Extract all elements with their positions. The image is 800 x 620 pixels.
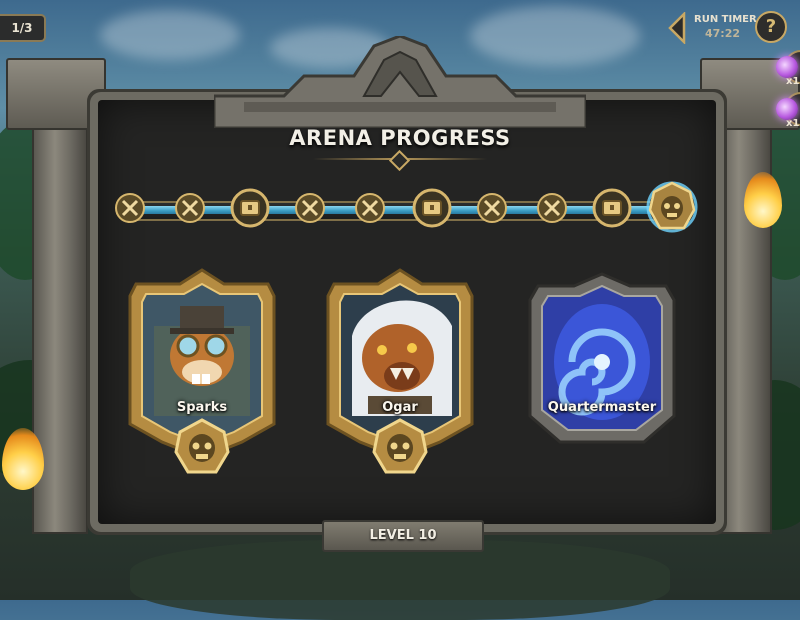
crossed-swords-icon bbox=[115, 193, 145, 223]
progress-fill bbox=[126, 206, 664, 214]
hero-card-ogar[interactable]: Ogar bbox=[322, 266, 478, 474]
purple-orb-icon bbox=[776, 98, 798, 120]
gold-skull-emblem-icon bbox=[174, 418, 230, 474]
gold-skull-emblem-icon bbox=[372, 418, 428, 474]
crossed-swords-icon bbox=[295, 193, 325, 223]
crossed-swords-icon bbox=[355, 193, 385, 223]
level-indicator: LEVEL 10 bbox=[322, 520, 484, 552]
side-item-count-1: x1 bbox=[786, 76, 800, 87]
crossed-swords-icon bbox=[175, 193, 205, 223]
crossed-swords-icon bbox=[537, 193, 567, 223]
chest-icon bbox=[592, 188, 632, 228]
card-name-ogar: Ogar bbox=[382, 400, 418, 415]
purple-orb-icon bbox=[776, 56, 798, 78]
page-indicator[interactable]: 1/3 bbox=[0, 14, 46, 42]
frame-crest bbox=[214, 36, 586, 128]
left-pillar-cap bbox=[6, 58, 106, 130]
run-timer-label: RUN TIMER bbox=[694, 14, 757, 25]
hero-card-sparks[interactable]: Sparks bbox=[124, 266, 280, 474]
chest-icon bbox=[230, 188, 270, 228]
chest-icon bbox=[412, 188, 452, 228]
boss-skull-icon bbox=[646, 181, 698, 233]
crossed-swords-icon bbox=[477, 193, 507, 223]
back-arrow-icon[interactable] bbox=[666, 12, 688, 44]
quartermaster-portal bbox=[528, 272, 676, 444]
help-button[interactable]: ? bbox=[755, 11, 787, 43]
card-name-sparks: Sparks bbox=[176, 400, 228, 415]
page-title: ARENA PROGRESS bbox=[289, 126, 511, 150]
card-name-quartermaster: Quartermaster bbox=[547, 400, 657, 415]
vendor-card-quartermaster[interactable]: Quartermaster bbox=[524, 266, 680, 462]
run-timer-value: 47:22 bbox=[705, 27, 741, 40]
